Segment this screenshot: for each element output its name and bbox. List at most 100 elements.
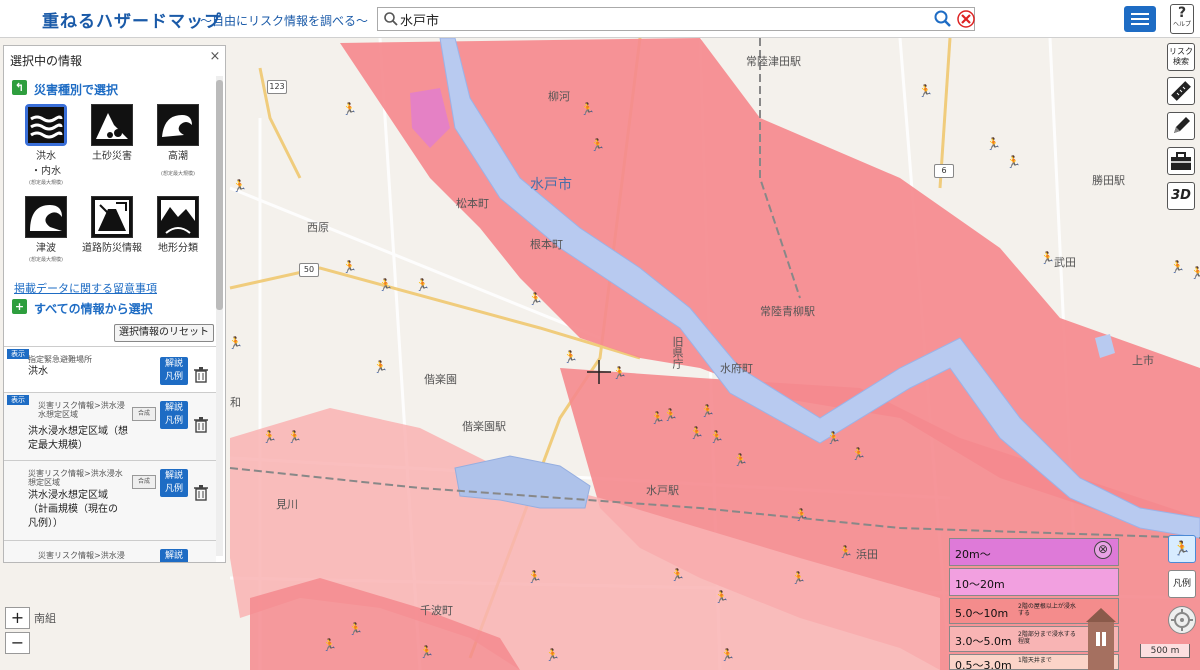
shelter-icon[interactable]: 🏃 xyxy=(232,179,247,193)
show-badge[interactable]: 表示 xyxy=(7,395,29,405)
shelter-icon[interactable]: 🏃 xyxy=(720,648,735,662)
risk-search-button[interactable]: リスク検索 xyxy=(1167,43,1195,71)
panel-scroll-thumb[interactable] xyxy=(216,80,223,310)
clear-search-icon[interactable] xyxy=(956,9,976,29)
shelter-icon[interactable]: 🏃 xyxy=(714,590,729,604)
shelter-icon[interactable]: 🏃 xyxy=(373,360,388,374)
menu-button[interactable] xyxy=(1124,6,1156,32)
shelter-icon[interactable]: 🏃 xyxy=(670,568,685,582)
route-shield: 6 xyxy=(934,164,954,178)
shelter-icon[interactable]: 🏃 xyxy=(527,570,542,584)
hazard-tsunami-button[interactable]: 津波 (想定最大規模) xyxy=(16,196,76,264)
shelter-icon[interactable]: 🏃 xyxy=(287,430,302,444)
3d-button[interactable]: 3D xyxy=(1167,182,1195,210)
explain-legend-button[interactable]: 解説 凡例 xyxy=(160,469,188,497)
shelter-icon[interactable]: 🏃 xyxy=(1006,155,1021,169)
trash-icon[interactable] xyxy=(194,367,208,383)
shelter-icon[interactable]: 🏃 xyxy=(709,430,724,444)
data-notice-link[interactable]: 掲載データに関する留意事項 xyxy=(14,280,157,296)
hazard-storm-surge-button[interactable]: 高潮 (想定最大規模) xyxy=(148,104,208,178)
all-info-section-header[interactable]: + すべての情報から選択 xyxy=(10,298,214,318)
hazard-terrain-button[interactable]: 地形分類 xyxy=(148,196,208,256)
shelter-icon[interactable]: 🏃 xyxy=(580,102,595,116)
shelter-icon[interactable]: 🏃 xyxy=(528,292,543,306)
shelter-icon[interactable]: 🏃 xyxy=(1170,260,1185,274)
trash-icon[interactable] xyxy=(194,485,208,501)
reset-selection-button[interactable]: 選択情報のリセット xyxy=(114,324,214,342)
shelter-icon[interactable]: 🏃 xyxy=(262,430,277,444)
layer-item[interactable]: 表示 災害リスク情報>洪水浸水想定区域 洪水浸水想定区域（想定最大規模） 合成 … xyxy=(4,392,216,460)
shelter-icon[interactable]: 🏃 xyxy=(700,404,715,418)
draw-button[interactable] xyxy=(1167,112,1195,140)
trash-icon[interactable] xyxy=(194,417,208,433)
hazard-road-button[interactable]: 道路防災情報 xyxy=(82,196,142,256)
zoom-out-button[interactable]: − xyxy=(5,632,30,654)
place-label: 偕楽園 xyxy=(424,373,457,386)
legend-close-icon[interactable]: ⊗ xyxy=(1094,541,1112,559)
layer-name: 洪水浸水想定区域（想定最大規模） xyxy=(28,426,128,451)
shelter-icon[interactable]: 🏃 xyxy=(851,447,866,461)
composite-toggle[interactable]: 合成 xyxy=(132,475,156,489)
shelter-icon[interactable]: 🏃 xyxy=(378,278,393,292)
hazard-name: 地形分類 xyxy=(158,243,198,254)
shelter-icon[interactable]: 🏃 xyxy=(1190,266,1200,280)
layer-item[interactable]: 災害リスク情報>洪水浸 解説 xyxy=(4,540,216,562)
storm-surge-icon xyxy=(157,104,199,146)
hazard-name: 高潮 xyxy=(168,151,188,162)
hazard-flood-button[interactable]: 洪水 ・内水 (想定最大規模) xyxy=(16,104,76,187)
shelter-icon[interactable]: 🏃 xyxy=(986,137,1001,151)
shelter-icon[interactable]: 🏃 xyxy=(838,545,853,559)
hazard-sub: (想定最大規模) xyxy=(29,257,63,263)
shelter-icon[interactable]: 🏃 xyxy=(545,648,560,662)
explain-legend-button[interactable]: 解説 凡例 xyxy=(160,401,188,429)
shelter-icon[interactable]: 🏃 xyxy=(590,138,605,152)
shelter-icon[interactable]: 🏃 xyxy=(918,84,933,98)
explain-legend-button[interactable]: 解説 凡例 xyxy=(160,357,188,385)
place-label: 武田 xyxy=(1054,256,1076,269)
hazard-name: 土砂災害 xyxy=(92,151,132,162)
help-button[interactable]: ? ヘルプ xyxy=(1170,4,1194,34)
help-label: ヘルプ xyxy=(1172,21,1191,28)
landslide-icon xyxy=(91,104,133,146)
shelter-icon[interactable]: 🏃 xyxy=(419,645,434,659)
shelter-icon[interactable]: 🏃 xyxy=(612,366,627,380)
search-go-icon[interactable] xyxy=(933,9,953,29)
shelter-icon[interactable]: 🏃 xyxy=(794,508,809,522)
shelter-icon[interactable]: 🏃 xyxy=(348,622,363,636)
shelter-icon[interactable]: 🏃 xyxy=(791,571,806,585)
shelter-icon[interactable]: 🏃 xyxy=(342,260,357,274)
pencil-icon xyxy=(1174,117,1190,133)
zoom-in-button[interactable]: + xyxy=(5,607,30,629)
shelter-icon[interactable]: 🏃 xyxy=(650,411,665,425)
search-icon xyxy=(384,12,398,26)
hazard-type-section-header[interactable]: ↰ 災害種別で選択 xyxy=(10,79,214,99)
legend-button[interactable]: 凡例 xyxy=(1168,570,1196,598)
layer-name: 洪水浸水想定区域（計画規模（現在の凡例）） xyxy=(28,490,118,529)
hazard-landslide-button[interactable]: 土砂災害 xyxy=(82,104,142,164)
toolbox-button[interactable] xyxy=(1167,147,1195,175)
search-input[interactable] xyxy=(400,10,900,28)
shelter-icon[interactable]: 🏃 xyxy=(342,102,357,116)
locate-button[interactable] xyxy=(1168,606,1196,634)
shelter-icon[interactable]: 🏃 xyxy=(1040,251,1055,265)
shelter-icon[interactable]: 🏃 xyxy=(563,350,578,364)
shelter-icon[interactable]: 🏃 xyxy=(415,278,430,292)
search-box[interactable] xyxy=(377,7,975,31)
explain-legend-button[interactable]: 解説 xyxy=(160,549,188,562)
show-badge[interactable]: 表示 xyxy=(7,349,29,359)
ruler-button[interactable] xyxy=(1167,77,1195,105)
app-subtitle: 〜自由にリスク情報を調べる〜 xyxy=(200,14,369,28)
shelter-icon[interactable]: 🏃 xyxy=(322,638,337,652)
app-title[interactable]: 重ねるハザードマップ xyxy=(42,7,222,32)
shelter-icon[interactable]: 🏃 xyxy=(228,336,243,350)
layer-item[interactable]: 表示 指定緊急避難場所 洪水 解説 凡例 xyxy=(4,346,216,392)
legend-row: 10〜20m xyxy=(949,568,1119,596)
composite-toggle[interactable]: 合成 xyxy=(132,407,156,421)
shelter-icon[interactable]: 🏃 xyxy=(689,426,704,440)
shelter-icon[interactable]: 🏃 xyxy=(733,453,748,467)
shelter-toggle-button[interactable]: 🏃 xyxy=(1168,535,1196,563)
close-icon[interactable]: × xyxy=(208,49,222,64)
shelter-icon[interactable]: 🏃 xyxy=(663,408,678,422)
shelter-icon[interactable]: 🏃 xyxy=(826,431,841,445)
layer-item[interactable]: 災害リスク情報>洪水浸水想定区域 洪水浸水想定区域（計画規模（現在の凡例）） 合… xyxy=(4,460,216,540)
